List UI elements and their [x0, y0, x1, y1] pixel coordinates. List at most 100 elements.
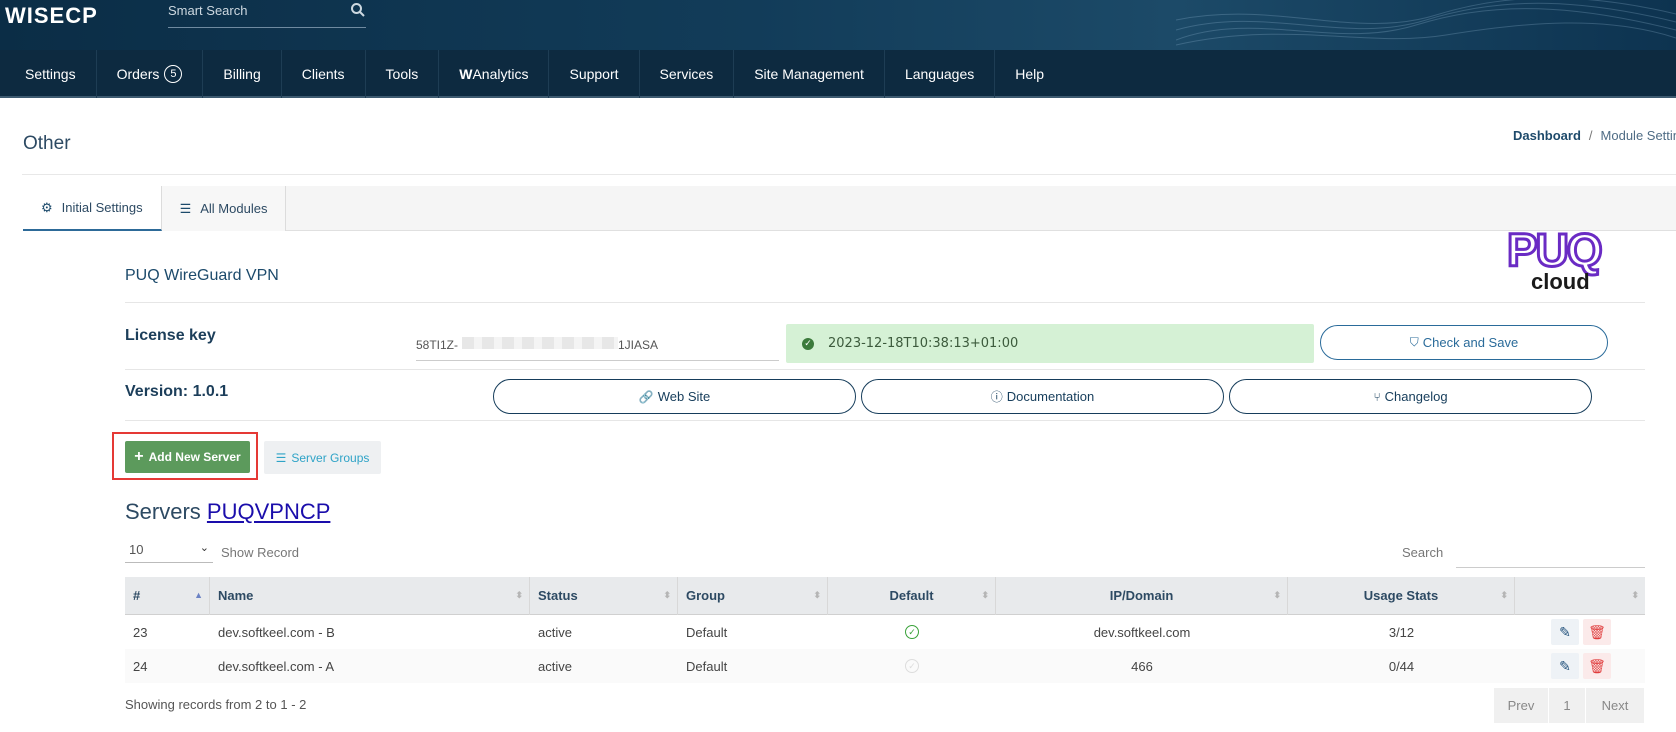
page-1-button[interactable]: 1 — [1549, 688, 1586, 723]
sort-icon: ⬍ — [663, 589, 671, 600]
servers-title: Servers PUQVPNCP — [125, 499, 330, 525]
sort-asc-icon: ▲ — [194, 589, 203, 600]
page-title: Other — [23, 133, 71, 154]
trash-icon[interactable]: 🗑 — [1583, 653, 1611, 679]
next-button[interactable]: Next — [1586, 688, 1645, 723]
table-search-input[interactable] — [1456, 536, 1645, 568]
cell-default: ✓ — [828, 649, 996, 683]
column-header-status[interactable]: Status ⬍ — [530, 576, 678, 615]
sort-icon: ⬍ — [981, 589, 989, 600]
nav-billing[interactable]: Billing — [203, 50, 282, 98]
nav-help[interactable]: Help — [995, 50, 1064, 98]
edit-icon[interactable]: ✎ — [1551, 653, 1579, 679]
servers-title-link[interactable]: PUQVPNCP — [207, 499, 330, 524]
nav-site-management[interactable]: Site Management — [734, 50, 885, 98]
nav-help-label: Help — [1015, 66, 1045, 82]
license-status-box: ✓ 2023-12-18T10:38:13+01:00 — [786, 324, 1314, 363]
smart-search — [168, 0, 366, 28]
sort-icon: ⬍ — [515, 589, 523, 600]
nav-site-management-label: Site Management — [754, 66, 864, 82]
changelog-button[interactable]: ⑂ Changelog — [1229, 379, 1592, 414]
page-length-value: 10 — [129, 542, 144, 557]
tab-all-modules[interactable]: ☰ All Modules — [161, 186, 287, 231]
license-key-label: License key — [125, 327, 216, 344]
cell-status: active — [538, 658, 572, 674]
cell-name: dev.softkeel.com - B — [218, 624, 335, 640]
search-icon[interactable] — [350, 2, 366, 18]
license-key-start: 58TI1Z- — [416, 338, 459, 352]
show-record-label: Show Record — [221, 545, 300, 560]
nav-settings[interactable]: Settings — [0, 50, 97, 98]
edit-icon[interactable]: ✎ — [1551, 619, 1579, 645]
website-button[interactable]: 🔗 Web Site — [493, 379, 856, 414]
cloud-logo-text: cloud — [1531, 269, 1590, 292]
servers-table: # ▲ Name ⬍ Status ⬍ Group ⬍ Default ⬍ IP/Doma… — [125, 576, 1645, 683]
breadcrumb-current: Module Settin — [1600, 128, 1676, 143]
column-status-label: Status — [538, 588, 578, 603]
documentation-button[interactable]: ⓘ Documentation — [861, 379, 1224, 414]
nav-tools[interactable]: Tools — [366, 50, 440, 98]
sort-icon: ⬍ — [1631, 589, 1639, 600]
column-header-name[interactable]: Name ⬍ — [210, 576, 530, 615]
page-length-select[interactable]: 10 ⌄ — [125, 537, 213, 563]
nav-support-label: Support — [569, 66, 619, 82]
server-icon: ☰ — [275, 450, 287, 465]
check-circle-icon: ✓ — [905, 625, 919, 639]
shield-icon: ⛉ — [1409, 335, 1419, 349]
website-label: Web Site — [657, 389, 711, 404]
column-header-id[interactable]: # ▲ — [125, 576, 210, 615]
nav-wanalytics-prefix: W — [459, 66, 473, 82]
cell-usage: 3/12 — [1388, 624, 1415, 640]
server-groups-button[interactable]: ☰ Server Groups — [264, 441, 381, 474]
server-groups-label: Server Groups — [291, 450, 370, 465]
nav-languages[interactable]: Languages — [885, 50, 996, 98]
nav-clients-label: Clients — [301, 66, 345, 82]
column-header-ip[interactable]: IP/Domain ⬍ — [996, 576, 1288, 615]
column-header-default[interactable]: Default ⬍ — [828, 576, 996, 615]
chevron-down-icon: ⌄ — [199, 542, 209, 554]
cell-id: 23 — [133, 624, 148, 640]
license-key-blur — [462, 337, 618, 349]
column-usage-label: Usage Stats — [1363, 588, 1439, 603]
smart-search-input[interactable] — [168, 0, 338, 20]
nav-services[interactable]: Services — [640, 50, 735, 98]
version-label: Version: 1.0.1 — [125, 383, 229, 400]
divider — [22, 174, 1676, 175]
list-icon: ☰ — [179, 200, 192, 216]
nav-orders-label: Orders — [116, 66, 160, 82]
divider — [125, 302, 1645, 303]
nav-support[interactable]: Support — [549, 50, 640, 98]
nav-orders[interactable]: Orders 5 — [97, 50, 204, 98]
breadcrumb-dashboard[interactable]: Dashboard — [1513, 128, 1581, 143]
orders-count-badge: 5 — [164, 65, 183, 83]
trash-icon[interactable]: 🗑 — [1583, 619, 1611, 645]
cell-usage: 0/44 — [1388, 658, 1415, 674]
column-name-label: Name — [218, 588, 254, 603]
cell-group: Default — [686, 624, 728, 640]
column-header-usage[interactable]: Usage Stats ⬍ — [1288, 576, 1515, 615]
prev-button[interactable]: Prev — [1494, 688, 1549, 723]
nav-tools-label: Tools — [385, 66, 419, 82]
cogs-icon: ⚙ — [41, 199, 53, 215]
tab-initial-settings-label: Initial Settings — [61, 200, 143, 215]
nav-wanalytics[interactable]: W Analytics — [439, 50, 550, 98]
nav-clients[interactable]: Clients — [282, 50, 366, 98]
check-circle-icon: ✓ — [905, 659, 919, 673]
documentation-label: Documentation — [1006, 389, 1095, 404]
code-branch-icon: ⑂ — [1373, 389, 1381, 404]
wisecp-logo[interactable]: WISECP — [5, 2, 98, 30]
changelog-label: Changelog — [1384, 389, 1448, 404]
cell-ip: 466 — [1131, 658, 1153, 674]
tab-initial-settings[interactable]: ⚙ Initial Settings — [23, 186, 162, 231]
column-group-label: Group — [686, 588, 725, 603]
puq-cloud-logo: PUQ cloud — [1506, 226, 1605, 292]
cell-default: ✓ — [828, 615, 996, 649]
cell-ip: dev.softkeel.com — [1093, 624, 1191, 640]
column-header-actions: ⬍ — [1515, 577, 1645, 615]
highlight-frame — [112, 432, 258, 480]
check-and-save-label: Check and Save — [1422, 335, 1519, 350]
table-row: 24 dev.softkeel.com - A active Default ✓… — [125, 649, 1645, 683]
column-header-group[interactable]: Group ⬍ — [678, 576, 828, 615]
check-and-save-button[interactable]: ⛉ Check and Save — [1320, 325, 1608, 360]
check-circle-icon: ✓ — [802, 337, 814, 350]
